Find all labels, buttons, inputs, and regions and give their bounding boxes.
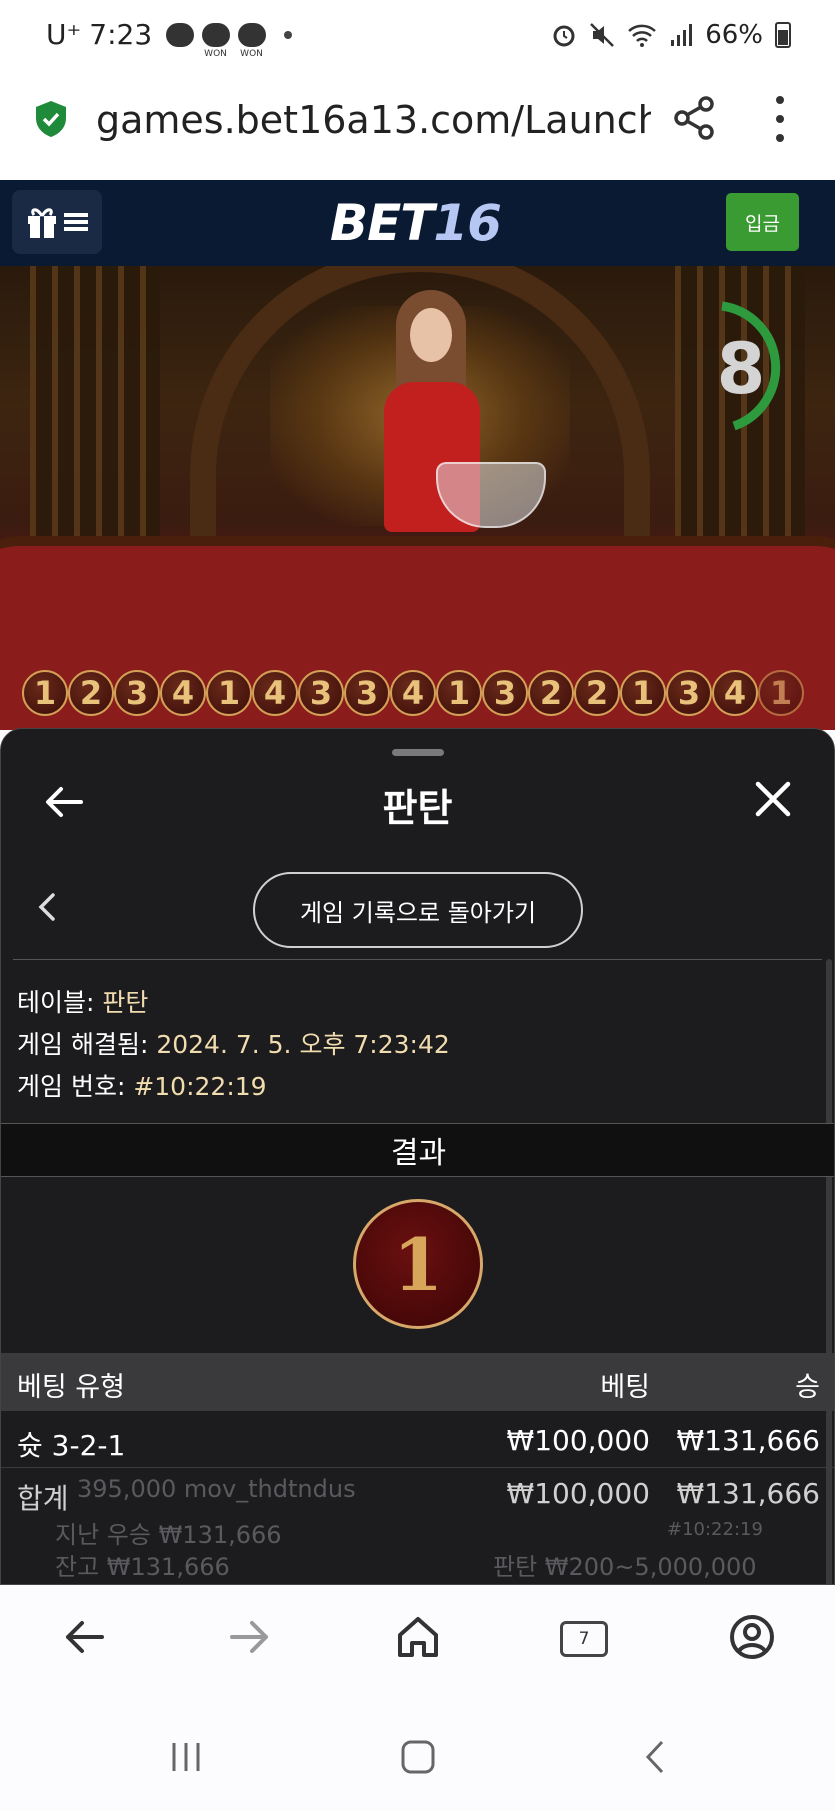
mute-icon: [590, 23, 615, 47]
close-icon[interactable]: [753, 779, 793, 819]
ghost-balance-user: 395,000 mov_thdtndus: [77, 1475, 356, 1503]
result-ball: 2: [68, 670, 114, 716]
site-logo[interactable]: BET16: [330, 194, 502, 252]
table-row: 슛 3-2-1 ₩100,000 ₩131,666: [17, 1424, 820, 1462]
home-button-icon[interactable]: [400, 1739, 436, 1775]
ghost-game-id: #10:22:19: [667, 1519, 763, 1540]
chat-notification-icon: [166, 22, 195, 47]
more-notifications-icon: [284, 30, 293, 39]
resolved-info: 게임 해결됨: 2024. 7. 5. 오후 7:23:42: [17, 1030, 450, 1059]
ghost-balance: 잔고 ₩131,666: [55, 1553, 230, 1581]
result-ball: 3: [666, 670, 712, 716]
wifi-icon: [628, 24, 657, 47]
col-win: 승: [795, 1372, 820, 1403]
result-ball: 1: [436, 670, 482, 716]
result-ball: 3: [482, 670, 528, 716]
chevron-left-icon[interactable]: [35, 891, 59, 923]
battery-icon: [775, 22, 791, 48]
system-back-icon[interactable]: [640, 1739, 670, 1775]
countdown-timer: 8: [692, 298, 802, 438]
timer-value: 8: [716, 328, 766, 410]
deposit-button[interactable]: 입금: [726, 193, 799, 251]
signal-icon: [671, 24, 693, 46]
live-video-feed: 8 1 2 3 4 1 4 3 3 4 1 3 2 2 1 3 4 1: [0, 266, 835, 730]
carrier-label: U⁺: [46, 18, 82, 51]
tabs-button[interactable]: 7: [554, 1607, 614, 1667]
result-ball: 4: [160, 670, 206, 716]
clock: 7:23: [89, 18, 153, 51]
alarm-icon: [553, 25, 575, 47]
col-bet: 베팅: [600, 1372, 650, 1403]
game-history-sheet: 판탄 게임 기록으로 돌아가기 테이블: 판탄 게임 해결됨: 2024. 7.…: [0, 728, 835, 1585]
col-bet-type: 베팅 유형: [17, 1372, 125, 1403]
site-header: BET16 입금: [0, 180, 835, 266]
share-icon[interactable]: [670, 94, 718, 142]
result-ball: 4: [390, 670, 436, 716]
status-bar: U⁺ 7:23 WON WON 66%: [0, 0, 835, 70]
ghost-last-win: 지난 우승 ₩131,666: [55, 1521, 282, 1549]
secure-shield-icon[interactable]: [34, 100, 68, 138]
menu-button[interactable]: [12, 190, 102, 254]
result-ball: 3: [298, 670, 344, 716]
result-ball: 1: [620, 670, 666, 716]
forward-icon[interactable]: [220, 1607, 280, 1667]
battery-percent: 66%: [705, 20, 763, 50]
hamburger-icon: [64, 213, 88, 231]
game-number-info: 게임 번호: #10:22:19: [17, 1072, 267, 1101]
table-info: 테이블: 판탄: [17, 988, 149, 1017]
result-ball: 2: [574, 670, 620, 716]
result-ball: 2: [528, 670, 574, 716]
account-icon[interactable]: [722, 1607, 782, 1667]
sheet-title: 판탄: [382, 786, 453, 830]
more-options-icon[interactable]: [766, 96, 794, 142]
back-to-history-button[interactable]: 게임 기록으로 돌아가기: [253, 872, 583, 948]
system-navigation-bar: [0, 1705, 835, 1810]
tabs-count: 7: [560, 1621, 608, 1657]
sheet-drag-handle[interactable]: [392, 749, 444, 756]
recent-results-strip: 1 2 3 4 1 4 3 3 4 1 3 2 2 1 3 4 1: [22, 670, 804, 724]
result-ball: 1: [22, 670, 68, 716]
divider: [13, 959, 822, 960]
decor-lattice-left: [30, 266, 160, 566]
ghost-limits: 판탄 ₩200~5,000,000: [493, 1553, 757, 1581]
won-notification-icon: WON: [238, 22, 267, 59]
result-ball: 4: [252, 670, 298, 716]
result-ball: 3: [344, 670, 390, 716]
result-number-ball: 1: [353, 1199, 483, 1329]
browser-toolbar: 7: [0, 1585, 835, 1705]
result-section-header: 결과: [1, 1123, 834, 1177]
home-icon[interactable]: [388, 1607, 448, 1667]
bet-table-header: 베팅 유형 베팅 승: [1, 1353, 834, 1411]
result-ball: 1: [206, 670, 252, 716]
browser-url-bar: games.bet16a13.com/LaunchG: [0, 70, 835, 180]
result-ball: 3: [114, 670, 160, 716]
won-notification-icon: WON: [202, 22, 231, 59]
back-icon[interactable]: [54, 1607, 114, 1667]
recent-apps-icon[interactable]: [168, 1739, 204, 1775]
gift-icon: [28, 208, 56, 238]
result-ball: 4: [712, 670, 758, 716]
url-field[interactable]: games.bet16a13.com/LaunchG: [96, 98, 651, 142]
result-ball: 1: [758, 670, 804, 716]
